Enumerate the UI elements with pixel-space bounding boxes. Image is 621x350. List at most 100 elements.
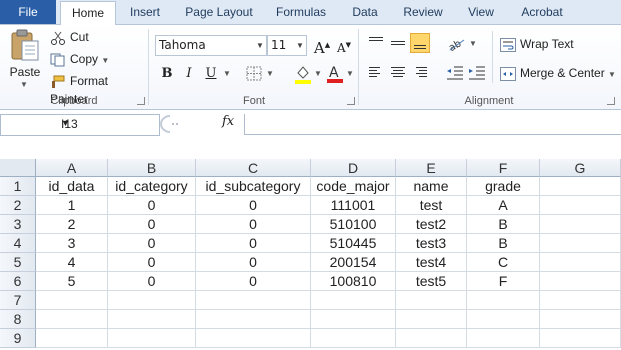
column-header-c[interactable]: C bbox=[196, 159, 311, 177]
tab-data[interactable]: Data bbox=[344, 0, 386, 24]
cell-f8[interactable] bbox=[467, 310, 540, 329]
increase-indent-icon[interactable] bbox=[468, 65, 486, 81]
orientation-dropdown-icon[interactable]: ▼ bbox=[469, 39, 477, 48]
row-header-5[interactable]: 5 bbox=[0, 253, 36, 272]
bold-button[interactable]: B bbox=[157, 64, 177, 84]
row-header-4[interactable]: 4 bbox=[0, 234, 36, 253]
cell-d9[interactable] bbox=[311, 329, 396, 348]
font-launcher-icon[interactable] bbox=[347, 97, 355, 105]
cell-d7[interactable] bbox=[311, 291, 396, 310]
formula-bar-grip-icon[interactable] bbox=[160, 114, 190, 134]
decrease-indent-icon[interactable] bbox=[446, 65, 464, 81]
cell-a1[interactable]: id_data bbox=[36, 177, 108, 196]
name-box[interactable]: I13 ▼ bbox=[0, 114, 160, 136]
clipboard-launcher-icon[interactable] bbox=[137, 97, 145, 105]
cell-c7[interactable] bbox=[196, 291, 311, 310]
italic-button[interactable]: I bbox=[179, 64, 199, 84]
row-header-2[interactable]: 2 bbox=[0, 196, 36, 215]
cell-d4[interactable]: 510445 bbox=[311, 234, 396, 253]
font-color-dropdown-icon[interactable]: ▼ bbox=[346, 69, 354, 78]
align-top-icon[interactable] bbox=[366, 33, 386, 53]
shrink-font-button[interactable]: A▼ bbox=[334, 35, 354, 55]
underline-button[interactable]: U bbox=[201, 64, 221, 84]
align-left-icon[interactable] bbox=[366, 63, 386, 83]
tab-file[interactable]: File bbox=[0, 0, 56, 24]
cell-b3[interactable]: 0 bbox=[108, 215, 196, 234]
insert-function-button[interactable]: fx bbox=[222, 114, 234, 129]
fill-color-dropdown-icon[interactable]: ▼ bbox=[314, 69, 322, 78]
cell-f9[interactable] bbox=[467, 329, 540, 348]
tab-view[interactable]: View bbox=[460, 0, 502, 24]
row-header-1[interactable]: 1 bbox=[0, 177, 36, 196]
font-name-combo[interactable]: Tahoma ▼ bbox=[155, 35, 267, 56]
cell-c5[interactable]: 0 bbox=[196, 253, 311, 272]
borders-icon[interactable] bbox=[246, 66, 264, 82]
column-header-d[interactable]: D bbox=[311, 159, 396, 177]
cell-b8[interactable] bbox=[108, 310, 196, 329]
cell-a6[interactable]: 5 bbox=[36, 272, 108, 291]
cell-e3[interactable]: test2 bbox=[396, 215, 467, 234]
cell-d1[interactable]: code_major bbox=[311, 177, 396, 196]
cell-e4[interactable]: test3 bbox=[396, 234, 467, 253]
orientation-icon[interactable]: ab bbox=[446, 34, 468, 52]
fill-color-icon[interactable] bbox=[294, 64, 312, 84]
cell-b6[interactable]: 0 bbox=[108, 272, 196, 291]
cell-b1[interactable]: id_category bbox=[108, 177, 196, 196]
tab-acrobat[interactable]: Acrobat bbox=[514, 0, 570, 24]
cell-e6[interactable]: test5 bbox=[396, 272, 467, 291]
cell-d2[interactable]: 111001 bbox=[311, 196, 396, 215]
paste-dropdown-icon[interactable]: ▼ bbox=[20, 80, 28, 89]
align-center-icon[interactable] bbox=[388, 63, 408, 83]
cell-c6[interactable]: 0 bbox=[196, 272, 311, 291]
cell-f4[interactable]: B bbox=[467, 234, 540, 253]
cut-button[interactable]: Cut bbox=[50, 28, 89, 46]
cell-d6[interactable]: 100810 bbox=[311, 272, 396, 291]
align-bottom-icon[interactable] bbox=[410, 33, 430, 53]
column-header-a[interactable]: A bbox=[36, 159, 108, 177]
cell-g5[interactable] bbox=[540, 253, 621, 272]
copy-button[interactable]: Copy ▼ bbox=[50, 50, 109, 68]
cell-g1[interactable] bbox=[540, 177, 621, 196]
row-header-3[interactable]: 3 bbox=[0, 215, 36, 234]
cell-b2[interactable]: 0 bbox=[108, 196, 196, 215]
cell-f1[interactable]: grade bbox=[467, 177, 540, 196]
column-header-f[interactable]: F bbox=[467, 159, 540, 177]
cell-f5[interactable]: C bbox=[467, 253, 540, 272]
paste-button[interactable]: Paste bbox=[5, 65, 45, 79]
tab-page-layout[interactable]: Page Layout bbox=[180, 0, 258, 24]
select-all-corner[interactable] bbox=[0, 159, 36, 177]
cell-e2[interactable]: test bbox=[396, 196, 467, 215]
cell-c3[interactable]: 0 bbox=[196, 215, 311, 234]
cell-c9[interactable] bbox=[196, 329, 311, 348]
cell-e1[interactable]: name bbox=[396, 177, 467, 196]
cell-f2[interactable]: A bbox=[467, 196, 540, 215]
cell-a4[interactable]: 3 bbox=[36, 234, 108, 253]
cell-d5[interactable]: 200154 bbox=[311, 253, 396, 272]
cell-g4[interactable] bbox=[540, 234, 621, 253]
cell-f7[interactable] bbox=[467, 291, 540, 310]
cell-g2[interactable] bbox=[540, 196, 621, 215]
alignment-launcher-icon[interactable] bbox=[607, 97, 615, 105]
cell-a9[interactable] bbox=[36, 329, 108, 348]
column-header-g[interactable]: G bbox=[540, 159, 621, 177]
merge-center-button[interactable]: Merge & Center ▼ bbox=[500, 64, 616, 82]
cell-b7[interactable] bbox=[108, 291, 196, 310]
cell-d8[interactable] bbox=[311, 310, 396, 329]
merge-dropdown-icon[interactable]: ▼ bbox=[608, 70, 616, 79]
cell-e7[interactable] bbox=[396, 291, 467, 310]
cell-a7[interactable] bbox=[36, 291, 108, 310]
cell-g8[interactable] bbox=[540, 310, 621, 329]
cell-c8[interactable] bbox=[196, 310, 311, 329]
wrap-text-button[interactable]: Wrap Text bbox=[500, 35, 574, 53]
row-header-9[interactable]: 9 bbox=[0, 329, 36, 348]
borders-dropdown-icon[interactable]: ▼ bbox=[266, 69, 274, 78]
format-painter-button[interactable]: Format Painter bbox=[50, 72, 148, 106]
cell-e8[interactable] bbox=[396, 310, 467, 329]
grow-font-button[interactable]: A▲ bbox=[312, 35, 332, 57]
cell-c4[interactable]: 0 bbox=[196, 234, 311, 253]
row-header-6[interactable]: 6 bbox=[0, 272, 36, 291]
chevron-down-icon[interactable]: ▼ bbox=[294, 36, 306, 55]
underline-dropdown-icon[interactable]: ▼ bbox=[223, 69, 231, 78]
row-header-7[interactable]: 7 bbox=[0, 291, 36, 310]
cell-a5[interactable]: 4 bbox=[36, 253, 108, 272]
